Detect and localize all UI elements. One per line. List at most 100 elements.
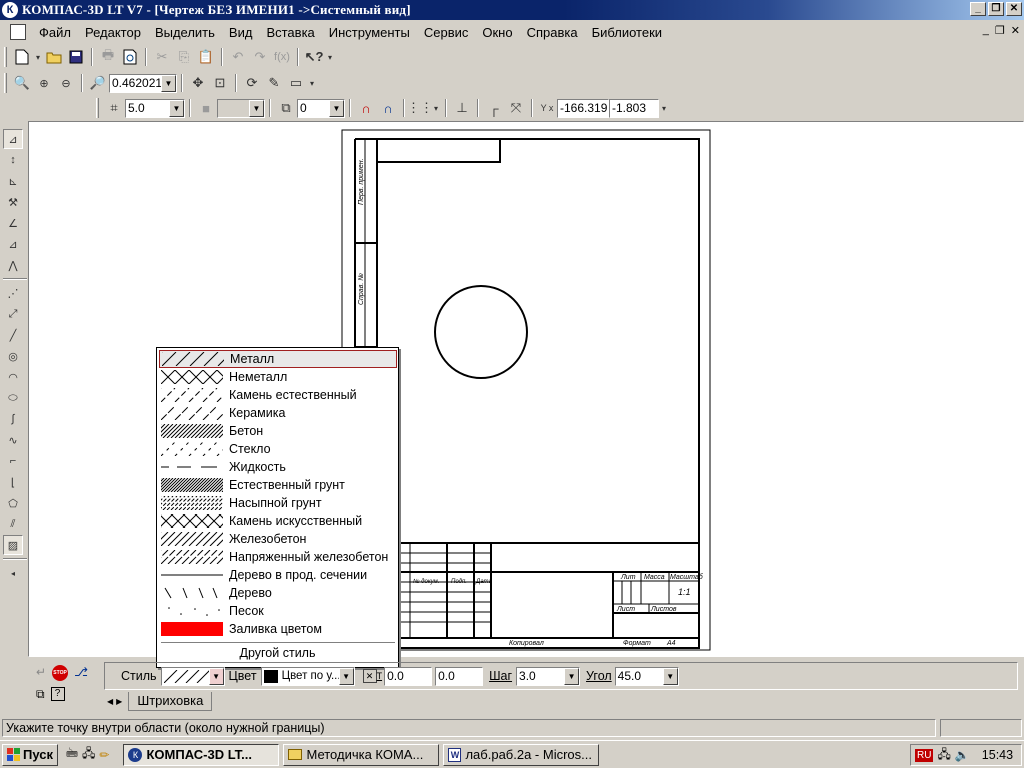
tray-volume-icon[interactable]: 🔈 — [955, 748, 970, 762]
minimize-button[interactable]: _ — [970, 2, 986, 16]
close-button[interactable]: ✕ — [1006, 2, 1022, 16]
hatch-item-ceramic[interactable]: Керамика — [159, 404, 397, 422]
spline-icon[interactable]: ∫ — [3, 409, 23, 429]
object-props-icon[interactable]: ⧉ — [36, 687, 45, 702]
cursor-step-icon[interactable]: ⌗ — [103, 97, 125, 119]
redraw-icon[interactable]: ✎ — [263, 72, 285, 94]
zoom-scale-icon[interactable]: 🔎 — [87, 72, 109, 94]
base-y-field[interactable]: 0.0 — [435, 666, 484, 686]
pan-icon[interactable]: ✥ — [187, 72, 209, 94]
step-combo[interactable]: 5.0 ▼ — [125, 98, 185, 118]
round-icon[interactable]: ⤧ — [505, 97, 527, 119]
hatch-item-metal[interactable]: Металл — [159, 350, 397, 368]
redo-icon[interactable]: ↷ — [249, 46, 271, 68]
kompas-app-icon[interactable]: К — [2, 2, 18, 18]
hatch-item-stone-natural[interactable]: Камень естественный — [159, 386, 397, 404]
chevron-down-icon[interactable]: ▼ — [208, 667, 224, 685]
task-kompas[interactable]: К КОМПАС-3D LT... — [123, 743, 280, 766]
undo-icon[interactable]: ↶ — [227, 46, 249, 68]
display-mode-icon[interactable]: ▭ — [285, 72, 307, 94]
dropdown-arrow-icon[interactable]: ▾ — [659, 97, 669, 119]
doc-restore-button[interactable]: ❐ — [995, 24, 1005, 37]
auto-create-icon[interactable]: ⎇ — [74, 665, 88, 681]
style-combo[interactable]: ▼ — [160, 666, 225, 686]
context-help-icon[interactable]: ↖? — [303, 46, 325, 68]
menu-window[interactable]: Окно — [475, 25, 519, 40]
base-x-field[interactable]: 0.0 — [384, 666, 433, 686]
help-icon[interactable]: ? — [50, 687, 65, 701]
zoom-window-icon[interactable]: 🔍 — [11, 72, 33, 94]
grid-icon[interactable]: ⋮⋮ — [407, 97, 433, 119]
angle-combo[interactable]: 45.0 ▼ — [614, 666, 679, 686]
task-folder[interactable]: Методичка КОМА... — [283, 743, 440, 766]
curve-icon[interactable]: ∿ — [3, 430, 23, 450]
hatch-item-fill[interactable]: Заливка цветом — [159, 620, 397, 638]
hatch-item-wood-long[interactable]: Дерево в прод. сечении — [159, 566, 397, 584]
coord-y-field[interactable]: -1.803 — [609, 98, 659, 118]
layer-combo[interactable]: 0 ▼ — [297, 98, 345, 118]
task-word[interactable]: W лаб.раб.2а - Micros... — [443, 743, 600, 766]
layer-icon[interactable]: ⧉ — [275, 97, 297, 119]
quicklaunch-network-icon[interactable]: 🖧 — [82, 744, 95, 765]
hatch-item-reinforced-concrete[interactable]: Железобетон — [159, 530, 397, 548]
menu-file[interactable]: Файл — [32, 25, 78, 40]
start-button[interactable]: Пуск — [2, 743, 58, 766]
quicklaunch-pen-icon[interactable]: ✏ — [99, 748, 109, 762]
point-icon[interactable]: ⋰ — [3, 283, 23, 303]
chevron-down-icon[interactable]: ▼ — [662, 667, 678, 685]
hatch-icon[interactable]: ▨ — [3, 535, 23, 555]
ortho-icon[interactable]: ┌ — [483, 97, 505, 119]
hatch-item-nonmetal[interactable]: Неметалл — [159, 368, 397, 386]
segment-icon[interactable]: ╱ — [3, 325, 23, 345]
quicklaunch-desktop-icon[interactable]: 🖮 — [66, 744, 78, 765]
chevron-down-icon[interactable]: ▼ — [161, 74, 176, 92]
chamfer-icon[interactable]: ⌊ — [3, 472, 23, 492]
hatch-item-ground-bulk[interactable]: Насыпной грунт — [159, 494, 397, 512]
aux-line-icon[interactable]: ⤢ — [3, 304, 23, 324]
view-combo[interactable]: ▼ — [217, 98, 265, 118]
menu-tools[interactable]: Инструменты — [322, 25, 417, 40]
measure-panel-icon[interactable]: ⊿ — [3, 234, 23, 254]
dropdown-arrow-icon[interactable]: ▾ — [33, 46, 43, 68]
doc-minimize-button[interactable]: _ — [983, 24, 989, 37]
dimensions-panel-icon[interactable]: ↕ — [3, 150, 23, 170]
document-icon[interactable] — [10, 24, 26, 40]
chevron-down-icon[interactable]: ▼ — [338, 667, 354, 685]
menu-libraries[interactable]: Библиотеки — [585, 25, 669, 40]
hatch-item-prestressed-concrete[interactable]: Напряженный железобетон — [159, 548, 397, 566]
symbols-panel-icon[interactable]: ⊾ — [3, 171, 23, 191]
tab-scroll-left-icon[interactable]: ◀ — [107, 697, 113, 706]
dropdown-arrow-icon[interactable]: ▾ — [325, 46, 335, 68]
menu-insert[interactable]: Вставка — [259, 25, 321, 40]
menu-select[interactable]: Выделить — [148, 25, 222, 40]
geometry-panel-icon[interactable]: ⊿ — [3, 129, 23, 149]
circle-icon[interactable]: ◎ — [3, 346, 23, 366]
regenerate-icon[interactable]: ⟳ — [241, 72, 263, 94]
tray-network-icon[interactable]: 🖧 — [937, 745, 950, 766]
chevron-down-icon[interactable]: ▼ — [169, 99, 184, 117]
base-point-icon[interactable]: ✕ — [362, 669, 377, 683]
local-cs-icon[interactable]: ⊥ — [451, 97, 473, 119]
snap-magnet-icon[interactable]: ∩ — [355, 97, 377, 119]
restore-button[interactable]: ❐ — [988, 2, 1004, 16]
cut-icon[interactable]: ✂ — [151, 46, 173, 68]
open-file-icon[interactable] — [43, 46, 65, 68]
doc-close-button[interactable]: ✕ — [1011, 24, 1020, 37]
menu-service[interactable]: Сервис — [417, 25, 476, 40]
hatch-item-ground-natural[interactable]: Естественный грунт — [159, 476, 397, 494]
scroll-down-icon[interactable]: ◂ — [3, 563, 23, 583]
print-preview-icon[interactable] — [119, 46, 141, 68]
coord-x-field[interactable]: -166.319 — [557, 98, 609, 118]
dropdown-arrow-icon[interactable]: ▾ — [431, 97, 441, 119]
enter-object-icon[interactable]: ↵ — [36, 665, 46, 681]
print-icon[interactable]: 🖶 — [97, 46, 119, 68]
show-all-icon[interactable]: ⊡ — [209, 72, 231, 94]
menu-view[interactable]: Вид — [222, 25, 260, 40]
step-combo[interactable]: 3.0 ▼ — [516, 666, 581, 686]
paste-icon[interactable]: 📋 — [195, 46, 217, 68]
chevron-down-icon[interactable]: ▼ — [249, 99, 264, 117]
fillet-icon[interactable]: ⌐ — [3, 451, 23, 471]
save-icon[interactable] — [65, 46, 87, 68]
color-combo[interactable]: Цвет по у... ▼ — [260, 666, 355, 686]
hatch-item-sand[interactable]: Песок — [159, 602, 397, 620]
